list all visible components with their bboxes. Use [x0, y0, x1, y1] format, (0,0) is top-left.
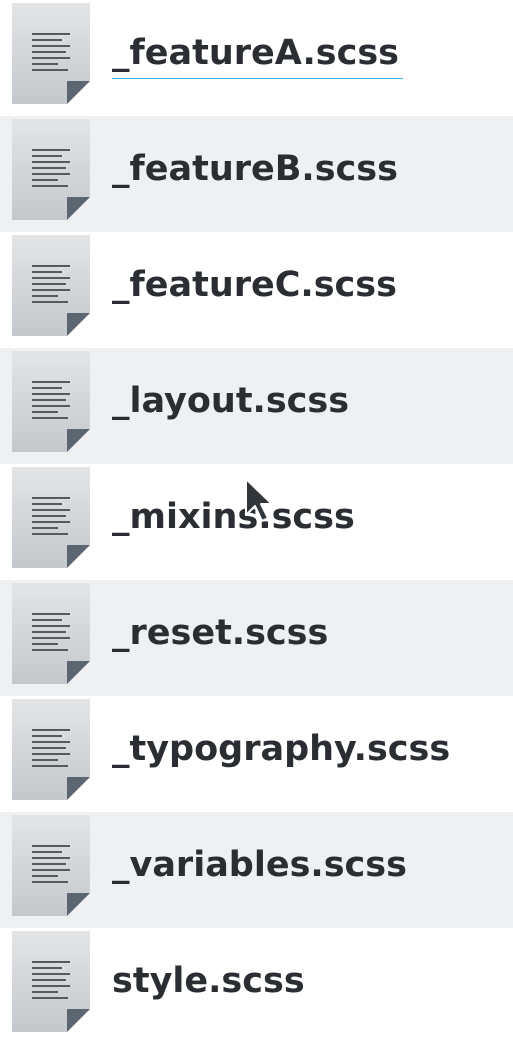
file-item[interactable]: _featureA.scss [0, 0, 513, 116]
text-file-icon [12, 235, 90, 336]
file-item[interactable]: _layout.scss [0, 348, 513, 464]
file-item[interactable]: _mixins.scss [0, 464, 513, 580]
file-item[interactable]: style.scss [0, 928, 513, 1044]
file-item[interactable]: _featureC.scss [0, 232, 513, 348]
text-file-icon [12, 351, 90, 452]
text-file-icon [12, 3, 90, 104]
file-name: _reset.scss [112, 613, 329, 653]
text-file-icon [12, 815, 90, 916]
file-name: _featureB.scss [112, 149, 398, 189]
text-file-icon [12, 583, 90, 684]
file-name: _featureC.scss [112, 265, 397, 305]
file-name: style.scss [112, 961, 305, 1001]
file-name: _variables.scss [112, 845, 407, 885]
text-file-icon [12, 931, 90, 1032]
file-name: _layout.scss [112, 381, 350, 421]
file-name[interactable]: _featureA.scss [112, 28, 404, 79]
text-file-icon [12, 467, 90, 568]
file-item[interactable]: _variables.scss [0, 812, 513, 928]
text-file-icon [12, 119, 90, 220]
file-list: _featureA.scss _featureB.scss _featureC.… [0, 0, 513, 1052]
file-item[interactable]: _typography.scss [0, 696, 513, 812]
file-item[interactable]: _featureB.scss [0, 116, 513, 232]
file-item[interactable]: _reset.scss [0, 580, 513, 696]
text-file-icon [12, 699, 90, 800]
file-name: _mixins.scss [112, 497, 355, 537]
file-name: _typography.scss [112, 729, 451, 769]
